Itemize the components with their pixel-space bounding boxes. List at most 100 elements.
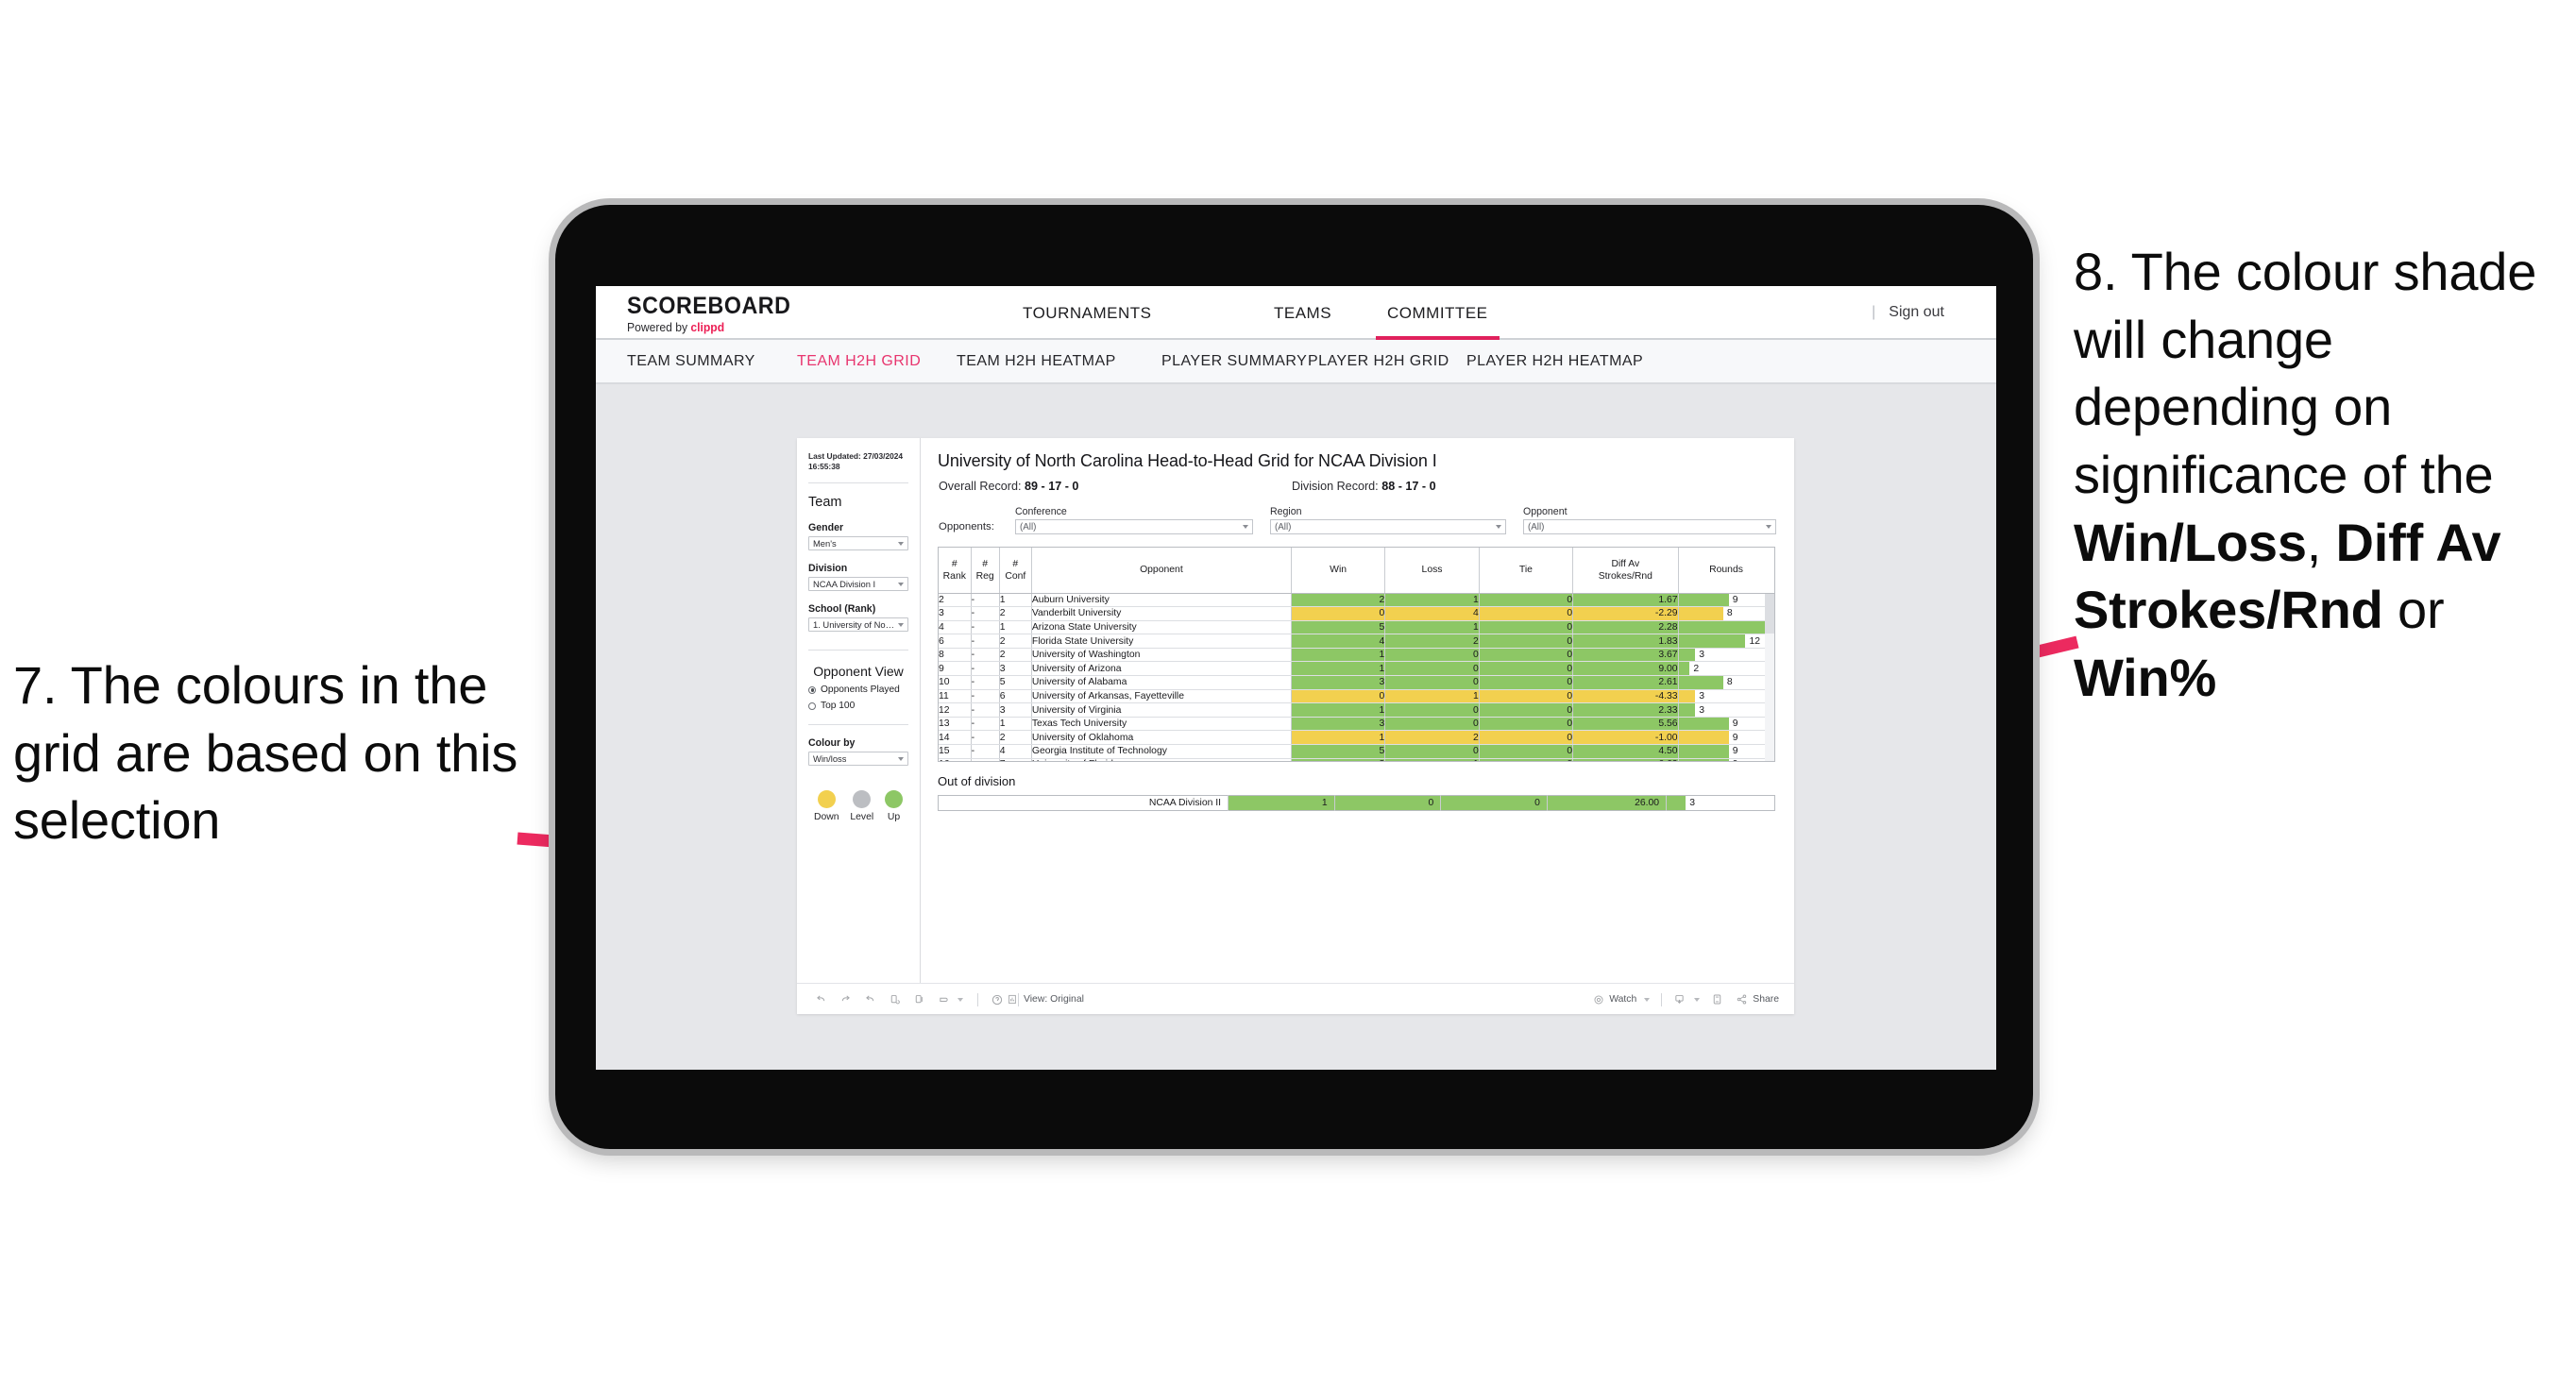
brand-sub-prefix: Powered by (627, 321, 691, 334)
table-row[interactable]: 9-3 University of Arizona 1 0 0 9.00 2 (939, 661, 1774, 677)
radio-top-100-label: Top 100 (821, 701, 856, 712)
cell-win: 1 (1291, 661, 1386, 677)
cell-opponent: University of Arkansas, Fayetteville (1031, 689, 1292, 704)
share-icon[interactable] (1736, 993, 1748, 1006)
cell-opponent: University of Arizona (1031, 661, 1292, 677)
tab-player-h2h-grid[interactable]: PLAYER H2H GRID (1308, 353, 1449, 370)
cell-conf: 3 (999, 661, 1032, 677)
chevron-down-icon (898, 622, 904, 627)
column-header[interactable]: Tie (1479, 548, 1574, 594)
h2h-grid-table: # Rank # Reg # Conf Opponent Win Loss Tie Diff Av S… (939, 548, 1774, 761)
rounds-value: 3 (1699, 650, 1705, 661)
column-header[interactable]: Diff Av Strokes/Rnd (1572, 548, 1679, 594)
table-scrollbar[interactable] (1765, 594, 1774, 761)
record-row: Overall Record: 89 - 17 - 0 Division Rec… (938, 480, 1777, 495)
column-header[interactable]: Opponent (1031, 548, 1292, 594)
nav-item-committee[interactable]: COMMITTEE (1387, 304, 1488, 323)
table-row[interactable]: 13-1 Texas Tech University 3 0 0 5.56 9 (939, 717, 1774, 732)
region-filter-select[interactable]: (All) (1270, 519, 1506, 534)
cell-diff-av-strokes: 2.28 (1572, 620, 1679, 635)
table-header: # Rank # Reg # Conf Opponent Win Loss Tie Diff Av S… (939, 548, 1774, 594)
sign-out-button[interactable]: | Sign out (1872, 304, 1944, 321)
cell-out-rounds: 3 (1667, 796, 1775, 811)
revert-icon[interactable] (864, 993, 876, 1006)
help-icon[interactable] (991, 993, 1004, 1006)
nav-item-tournaments[interactable]: TOURNAMENTS (1023, 304, 1151, 323)
school-rank-select[interactable]: 1. University of Nort... (808, 617, 908, 633)
column-header[interactable]: Win (1291, 548, 1386, 594)
column-header[interactable]: Rounds (1678, 548, 1774, 594)
rounds-bar (1678, 758, 1729, 761)
table-row[interactable]: 14-2 University of Oklahoma 1 2 0 -1.00 9 (939, 730, 1774, 746)
watch-label[interactable]: Watch (1609, 994, 1636, 1005)
radio-top-100[interactable]: Top 100 (808, 701, 908, 711)
rounds-bar (1678, 676, 1723, 689)
table-row[interactable]: 16-7University of Florida3106.62 9 (939, 758, 1774, 761)
chevron-down-icon[interactable] (1640, 997, 1651, 1002)
chevron-down-icon[interactable] (1690, 997, 1701, 1002)
rounds-bar (1667, 796, 1686, 810)
cell-rank: 8 (939, 648, 972, 663)
out-of-division-row[interactable]: NCAA Division II 1 0 0 26.00 3 (938, 795, 1775, 811)
division-select[interactable]: NCAA Division I (808, 577, 908, 592)
tab-team-summary[interactable]: TEAM SUMMARY (627, 353, 755, 370)
clear-sheet-icon[interactable] (938, 993, 950, 1006)
cell-opponent: University of Washington (1031, 648, 1292, 663)
tab-team-h2h-heatmap[interactable]: TEAM H2H HEATMAP (957, 353, 1116, 370)
out-of-division-body: NCAA Division II 1 0 0 26.00 3 (938, 795, 1775, 811)
column-header[interactable]: Loss (1384, 548, 1480, 594)
cell-win: 3 (1291, 758, 1386, 761)
legend-dot-icon (884, 790, 903, 809)
fullscreen-icon[interactable] (1711, 993, 1723, 1006)
division-record-value: 88 - 17 - 0 (1381, 480, 1436, 493)
sign-out-label: Sign out (1889, 304, 1944, 320)
annotation-right: 8. The colour shade will change dependin… (2074, 238, 2574, 712)
cell-loss: 0 (1384, 717, 1480, 732)
legend-item: Up (884, 790, 903, 822)
table-row[interactable]: 11-6 University of Arkansas, Fayetteville… (939, 689, 1774, 704)
cell-diff-av-strokes: 5.56 (1572, 717, 1679, 732)
tab-player-summary[interactable]: PLAYER SUMMARY (1161, 353, 1307, 370)
tab-player-h2h-heatmap[interactable]: PLAYER H2H HEATMAP (1466, 353, 1643, 370)
column-header-line: Opponent (1140, 565, 1183, 576)
toolbar-view-group[interactable]: View: Original (1007, 984, 1084, 1015)
table-row[interactable]: 8-2 University of Washington 1 0 0 3.67 3 (939, 648, 1774, 663)
column-header[interactable]: # Rank (939, 548, 972, 594)
tab-team-h2h-grid[interactable]: TEAM H2H GRID (797, 353, 921, 370)
table-scrollbar-thumb[interactable] (1765, 594, 1774, 634)
region-filter-label: Region (1270, 506, 1302, 517)
rounds-bar (1678, 593, 1729, 607)
redo-icon[interactable] (839, 993, 852, 1006)
conference-filter-select[interactable]: (All) (1015, 519, 1253, 534)
share-label[interactable]: Share (1753, 994, 1779, 1005)
rounds-value: 9 (1732, 594, 1738, 605)
radio-opponents-played[interactable]: Opponents Played (808, 685, 908, 695)
table-row[interactable]: 2-1 Auburn University 2 1 0 1.67 9 (939, 593, 1774, 608)
table-row[interactable]: 4-1Arizona State University5102.2817 (939, 620, 1774, 635)
opponent-filter-select[interactable]: (All) (1523, 519, 1776, 534)
undo-icon[interactable] (815, 993, 827, 1006)
cell-tie: 0 (1479, 717, 1574, 732)
table-row[interactable]: 15-4 Georgia Institute of Technology 5 0 0 4.… (939, 744, 1774, 759)
cell-opponent: Georgia Institute of Technology (1031, 744, 1292, 759)
chevron-down-icon[interactable] (954, 997, 963, 1002)
cell-loss: 0 (1384, 702, 1480, 718)
legend-dot-icon (817, 790, 836, 809)
rounds-bar (1678, 731, 1729, 745)
rounds-value: 12 (1749, 635, 1761, 647)
brand-logo[interactable]: SCOREBOARD Powered by clippd (627, 293, 804, 334)
table-row[interactable]: 10-5 University of Alabama 3 0 0 2.61 8 (939, 675, 1774, 690)
table-row[interactable]: 6-2 Florida State University 4 2 0 1.83 12 (939, 634, 1774, 649)
refresh-icon[interactable] (889, 993, 901, 1006)
nav-item-teams[interactable]: TEAMS (1274, 304, 1331, 323)
chevron-down-icon (898, 756, 904, 761)
download-icon[interactable] (1673, 993, 1686, 1006)
gender-select[interactable]: Men's (808, 536, 908, 551)
column-header[interactable]: # Conf (999, 548, 1032, 594)
table-row[interactable]: 12-3 University of Virginia 1 0 0 2.33 3 (939, 702, 1774, 718)
column-header[interactable]: # Reg (971, 548, 1000, 594)
table-row[interactable]: 3-2 Vanderbilt University 0 4 0 -2.29 8 (939, 606, 1774, 621)
cell-reg: - (971, 661, 1000, 677)
colour-by-select[interactable]: Win/loss (808, 752, 908, 767)
pause-icon[interactable] (913, 993, 925, 1006)
